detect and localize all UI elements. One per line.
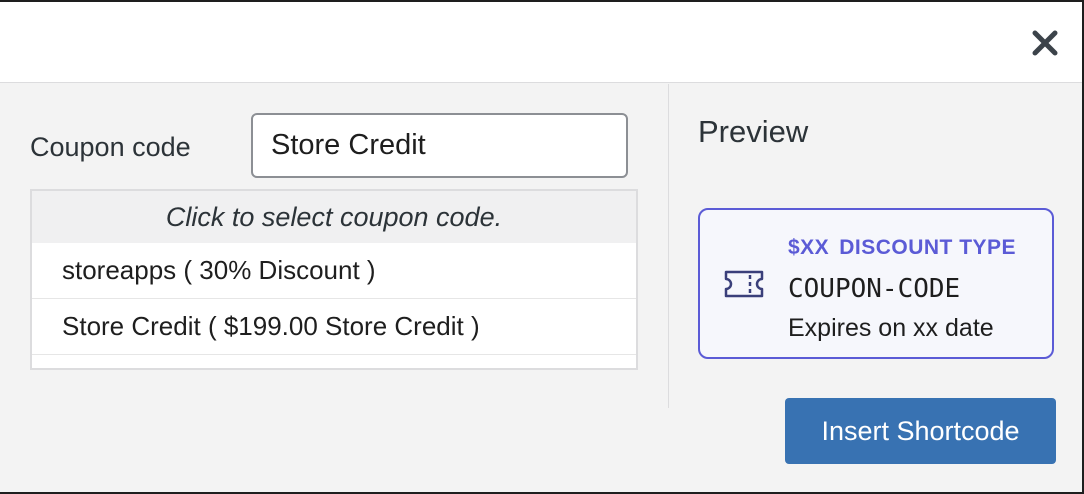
coupon-code-input[interactable] [251, 113, 628, 178]
coupon-preview-card: $XX DISCOUNT TYPE COUPON-CODE Expires on … [698, 208, 1054, 359]
coupon-suggestion-list: Click to select coupon code. storeapps (… [30, 189, 638, 370]
coupon-expiry: Expires on xx date [788, 314, 994, 342]
suggestion-item-label: Store Credit ( $199.00 Store Credit ) [62, 311, 480, 341]
coupon-discount-type: DISCOUNT TYPE [839, 236, 1017, 259]
close-button[interactable] [1024, 22, 1066, 64]
coupon-code-label: Coupon code [30, 132, 191, 162]
insert-shortcode-button[interactable]: Insert Shortcode [785, 398, 1056, 464]
suggestion-item-store-credit[interactable]: Store Credit ( $199.00 Store Credit ) [32, 299, 636, 355]
modal-header [0, 2, 1082, 83]
suggestion-item-label: storeapps ( 30% Discount ) [62, 255, 376, 285]
suggestion-item-storeapps[interactable]: storeapps ( 30% Discount ) [32, 243, 636, 299]
coupon-amount: $XX [788, 236, 830, 259]
panel-divider [668, 84, 669, 408]
coupon-amount-row: $XX DISCOUNT TYPE [788, 236, 1016, 260]
coupon-code-preview: COUPON-CODE [788, 274, 961, 304]
ticket-icon [724, 270, 764, 298]
close-icon [1032, 30, 1058, 56]
preview-title: Preview [698, 114, 809, 149]
suggestion-hint: Click to select coupon code. [32, 191, 636, 243]
